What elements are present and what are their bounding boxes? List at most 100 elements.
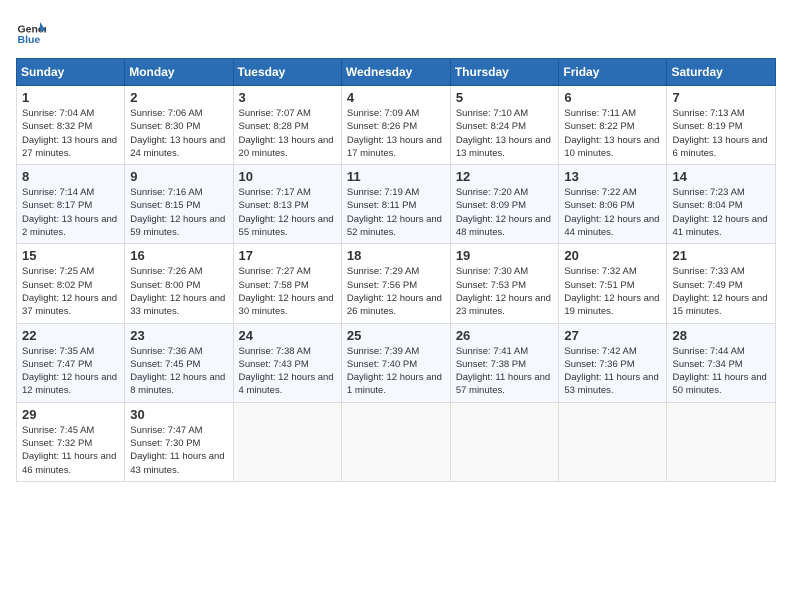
day-of-week-header: Tuesday <box>233 59 341 86</box>
day-number: 30 <box>130 407 227 422</box>
day-info: Sunrise: 7:45 AM Sunset: 7:32 PM Dayligh… <box>22 424 119 477</box>
calendar-cell: 6 Sunrise: 7:11 AM Sunset: 8:22 PM Dayli… <box>559 86 667 165</box>
day-number: 23 <box>130 328 227 343</box>
day-info: Sunrise: 7:26 AM Sunset: 8:00 PM Dayligh… <box>130 265 227 318</box>
day-info: Sunrise: 7:25 AM Sunset: 8:02 PM Dayligh… <box>22 265 119 318</box>
day-number: 10 <box>239 169 336 184</box>
day-number: 25 <box>347 328 445 343</box>
calendar-cell: 25 Sunrise: 7:39 AM Sunset: 7:40 PM Dayl… <box>341 323 450 402</box>
day-of-week-header: Thursday <box>450 59 559 86</box>
calendar-cell: 18 Sunrise: 7:29 AM Sunset: 7:56 PM Dayl… <box>341 244 450 323</box>
day-number: 15 <box>22 248 119 263</box>
day-info: Sunrise: 7:29 AM Sunset: 7:56 PM Dayligh… <box>347 265 445 318</box>
calendar-week-row: 1 Sunrise: 7:04 AM Sunset: 8:32 PM Dayli… <box>17 86 776 165</box>
calendar-cell: 19 Sunrise: 7:30 AM Sunset: 7:53 PM Dayl… <box>450 244 559 323</box>
day-info: Sunrise: 7:42 AM Sunset: 7:36 PM Dayligh… <box>564 345 661 398</box>
day-number: 2 <box>130 90 227 105</box>
day-number: 5 <box>456 90 554 105</box>
calendar-cell: 26 Sunrise: 7:41 AM Sunset: 7:38 PM Dayl… <box>450 323 559 402</box>
day-info: Sunrise: 7:11 AM Sunset: 8:22 PM Dayligh… <box>564 107 661 160</box>
day-of-week-header: Sunday <box>17 59 125 86</box>
day-number: 20 <box>564 248 661 263</box>
day-info: Sunrise: 7:35 AM Sunset: 7:47 PM Dayligh… <box>22 345 119 398</box>
calendar-week-row: 8 Sunrise: 7:14 AM Sunset: 8:17 PM Dayli… <box>17 165 776 244</box>
day-of-week-header: Saturday <box>667 59 776 86</box>
day-info: Sunrise: 7:32 AM Sunset: 7:51 PM Dayligh… <box>564 265 661 318</box>
day-number: 11 <box>347 169 445 184</box>
day-number: 28 <box>672 328 770 343</box>
day-info: Sunrise: 7:16 AM Sunset: 8:15 PM Dayligh… <box>130 186 227 239</box>
calendar-cell <box>559 402 667 481</box>
day-number: 12 <box>456 169 554 184</box>
day-info: Sunrise: 7:20 AM Sunset: 8:09 PM Dayligh… <box>456 186 554 239</box>
calendar-cell: 7 Sunrise: 7:13 AM Sunset: 8:19 PM Dayli… <box>667 86 776 165</box>
day-number: 7 <box>672 90 770 105</box>
day-of-week-header: Wednesday <box>341 59 450 86</box>
day-number: 14 <box>672 169 770 184</box>
day-number: 18 <box>347 248 445 263</box>
calendar-cell: 28 Sunrise: 7:44 AM Sunset: 7:34 PM Dayl… <box>667 323 776 402</box>
day-number: 3 <box>239 90 336 105</box>
calendar-cell: 8 Sunrise: 7:14 AM Sunset: 8:17 PM Dayli… <box>17 165 125 244</box>
calendar-cell <box>667 402 776 481</box>
calendar-cell: 15 Sunrise: 7:25 AM Sunset: 8:02 PM Dayl… <box>17 244 125 323</box>
calendar-cell: 27 Sunrise: 7:42 AM Sunset: 7:36 PM Dayl… <box>559 323 667 402</box>
calendar-cell: 22 Sunrise: 7:35 AM Sunset: 7:47 PM Dayl… <box>17 323 125 402</box>
day-info: Sunrise: 7:23 AM Sunset: 8:04 PM Dayligh… <box>672 186 770 239</box>
day-info: Sunrise: 7:39 AM Sunset: 7:40 PM Dayligh… <box>347 345 445 398</box>
day-info: Sunrise: 7:27 AM Sunset: 7:58 PM Dayligh… <box>239 265 336 318</box>
day-info: Sunrise: 7:44 AM Sunset: 7:34 PM Dayligh… <box>672 345 770 398</box>
day-number: 19 <box>456 248 554 263</box>
day-number: 8 <box>22 169 119 184</box>
day-info: Sunrise: 7:19 AM Sunset: 8:11 PM Dayligh… <box>347 186 445 239</box>
calendar-cell: 5 Sunrise: 7:10 AM Sunset: 8:24 PM Dayli… <box>450 86 559 165</box>
calendar-cell: 2 Sunrise: 7:06 AM Sunset: 8:30 PM Dayli… <box>125 86 233 165</box>
day-info: Sunrise: 7:36 AM Sunset: 7:45 PM Dayligh… <box>130 345 227 398</box>
calendar-cell: 9 Sunrise: 7:16 AM Sunset: 8:15 PM Dayli… <box>125 165 233 244</box>
logo: General Blue <box>16 16 50 46</box>
day-info: Sunrise: 7:30 AM Sunset: 7:53 PM Dayligh… <box>456 265 554 318</box>
calendar-header-row: SundayMondayTuesdayWednesdayThursdayFrid… <box>17 59 776 86</box>
day-number: 13 <box>564 169 661 184</box>
day-number: 17 <box>239 248 336 263</box>
day-info: Sunrise: 7:09 AM Sunset: 8:26 PM Dayligh… <box>347 107 445 160</box>
calendar-week-row: 29 Sunrise: 7:45 AM Sunset: 7:32 PM Dayl… <box>17 402 776 481</box>
page-header: General Blue <box>16 16 776 46</box>
calendar-cell: 29 Sunrise: 7:45 AM Sunset: 7:32 PM Dayl… <box>17 402 125 481</box>
day-number: 29 <box>22 407 119 422</box>
day-info: Sunrise: 7:13 AM Sunset: 8:19 PM Dayligh… <box>672 107 770 160</box>
calendar-cell: 13 Sunrise: 7:22 AM Sunset: 8:06 PM Dayl… <box>559 165 667 244</box>
calendar-week-row: 22 Sunrise: 7:35 AM Sunset: 7:47 PM Dayl… <box>17 323 776 402</box>
day-number: 4 <box>347 90 445 105</box>
calendar-cell: 11 Sunrise: 7:19 AM Sunset: 8:11 PM Dayl… <box>341 165 450 244</box>
calendar-cell: 3 Sunrise: 7:07 AM Sunset: 8:28 PM Dayli… <box>233 86 341 165</box>
logo-icon: General Blue <box>16 16 46 46</box>
day-number: 21 <box>672 248 770 263</box>
svg-text:Blue: Blue <box>18 34 41 46</box>
calendar-cell: 23 Sunrise: 7:36 AM Sunset: 7:45 PM Dayl… <box>125 323 233 402</box>
day-number: 16 <box>130 248 227 263</box>
day-number: 24 <box>239 328 336 343</box>
day-info: Sunrise: 7:41 AM Sunset: 7:38 PM Dayligh… <box>456 345 554 398</box>
day-info: Sunrise: 7:33 AM Sunset: 7:49 PM Dayligh… <box>672 265 770 318</box>
calendar-cell: 16 Sunrise: 7:26 AM Sunset: 8:00 PM Dayl… <box>125 244 233 323</box>
day-number: 6 <box>564 90 661 105</box>
calendar-cell: 24 Sunrise: 7:38 AM Sunset: 7:43 PM Dayl… <box>233 323 341 402</box>
day-of-week-header: Friday <box>559 59 667 86</box>
calendar-cell <box>341 402 450 481</box>
day-number: 27 <box>564 328 661 343</box>
day-info: Sunrise: 7:10 AM Sunset: 8:24 PM Dayligh… <box>456 107 554 160</box>
calendar-cell: 30 Sunrise: 7:47 AM Sunset: 7:30 PM Dayl… <box>125 402 233 481</box>
day-info: Sunrise: 7:07 AM Sunset: 8:28 PM Dayligh… <box>239 107 336 160</box>
calendar-week-row: 15 Sunrise: 7:25 AM Sunset: 8:02 PM Dayl… <box>17 244 776 323</box>
calendar-cell <box>233 402 341 481</box>
day-info: Sunrise: 7:14 AM Sunset: 8:17 PM Dayligh… <box>22 186 119 239</box>
day-info: Sunrise: 7:06 AM Sunset: 8:30 PM Dayligh… <box>130 107 227 160</box>
day-info: Sunrise: 7:38 AM Sunset: 7:43 PM Dayligh… <box>239 345 336 398</box>
day-number: 9 <box>130 169 227 184</box>
calendar-cell <box>450 402 559 481</box>
calendar-cell: 10 Sunrise: 7:17 AM Sunset: 8:13 PM Dayl… <box>233 165 341 244</box>
day-number: 1 <box>22 90 119 105</box>
calendar-cell: 17 Sunrise: 7:27 AM Sunset: 7:58 PM Dayl… <box>233 244 341 323</box>
day-of-week-header: Monday <box>125 59 233 86</box>
